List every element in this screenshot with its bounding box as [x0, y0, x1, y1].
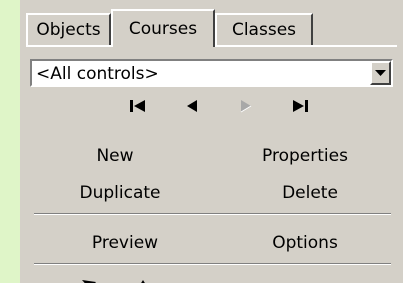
properties-button[interactable]: Properties: [240, 143, 370, 169]
next-record-button[interactable]: [230, 94, 262, 118]
cursor-tool-icon[interactable]: [82, 274, 96, 283]
tab-objects[interactable]: Objects: [26, 13, 111, 45]
preview-button[interactable]: Preview: [70, 230, 180, 256]
next-record-icon: [240, 100, 252, 113]
new-button[interactable]: New: [80, 143, 150, 169]
options-button[interactable]: Options: [250, 230, 360, 256]
first-record-icon: [130, 100, 145, 112]
move-tool-icon[interactable]: [135, 274, 151, 283]
tab-objects-label: Objects: [36, 20, 101, 40]
previous-record-button[interactable]: [176, 94, 208, 118]
tab-courses-label: Courses: [128, 19, 198, 39]
tab-classes[interactable]: Classes: [215, 13, 313, 45]
course-panel: Objects Courses Classes <All controls> N…: [20, 0, 403, 283]
controls-filter-dropdown[interactable]: <All controls>: [30, 59, 393, 87]
dropdown-arrow-button[interactable]: [370, 61, 391, 85]
controls-filter-value: <All controls>: [36, 64, 159, 84]
last-record-icon: [293, 100, 308, 112]
tab-classes-label: Classes: [231, 20, 297, 40]
first-record-button[interactable]: [122, 94, 154, 118]
last-record-button[interactable]: [284, 94, 316, 118]
separator: [34, 263, 391, 265]
duplicate-button[interactable]: Duplicate: [60, 180, 180, 206]
separator: [34, 213, 391, 215]
tab-courses[interactable]: Courses: [111, 9, 215, 47]
chevron-down-icon: [375, 69, 386, 76]
delete-button[interactable]: Delete: [260, 180, 360, 206]
previous-record-icon: [187, 100, 197, 112]
